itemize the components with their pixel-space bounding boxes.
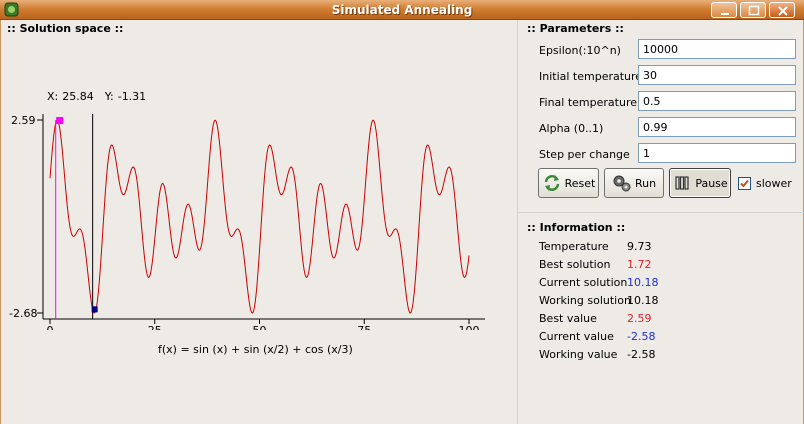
current-solution-marker bbox=[91, 306, 98, 313]
initial-temperature-input[interactable] bbox=[638, 65, 796, 85]
alpha-input[interactable] bbox=[638, 117, 796, 137]
best-value-value: 2.59 bbox=[627, 312, 652, 325]
temperature-label: Temperature bbox=[539, 240, 609, 253]
x-tick-label: 75 bbox=[357, 324, 371, 330]
working-solution-label: Working solution bbox=[539, 294, 631, 307]
pause-icon bbox=[675, 176, 689, 190]
y-tick-bottom: -2.68 bbox=[9, 307, 37, 320]
close-icon bbox=[778, 6, 788, 16]
panel-divider bbox=[519, 212, 804, 213]
reset-button[interactable]: Reset bbox=[538, 168, 599, 198]
slower-label: slower bbox=[756, 177, 792, 190]
reset-label: Reset bbox=[564, 176, 596, 190]
current-solution-label: Current solution bbox=[539, 276, 628, 289]
final-temperature-label: Final temperature bbox=[539, 96, 637, 109]
title-bar: Simulated Annealing bbox=[0, 0, 804, 20]
function-label: f(x) = sin (x) + sin (x/2) + cos (x/3) bbox=[158, 343, 353, 356]
initial-temperature-label: Initial temperature bbox=[539, 70, 643, 83]
epsilon-label: Epsilon(:10^n) bbox=[539, 44, 621, 57]
x-tick-label: 0 bbox=[47, 324, 54, 330]
pause-label: Pause bbox=[695, 176, 728, 190]
gears-icon bbox=[613, 175, 631, 192]
best-solution-label: Best solution bbox=[539, 258, 611, 271]
x-tick-labels: 0 25 50 75 100 bbox=[47, 319, 480, 330]
refresh-icon bbox=[544, 175, 559, 191]
minimize-icon bbox=[721, 13, 729, 15]
working-value-label: Working value bbox=[539, 348, 618, 361]
information-title: :: Information :: bbox=[527, 221, 626, 234]
right-panel: :: Parameters :: Epsilon(:10^n) Initial … bbox=[519, 20, 804, 424]
client-area: :: Solution space :: X: 25.84 Y: -1.31 2.5… bbox=[0, 20, 804, 424]
pause-button[interactable]: Pause bbox=[669, 168, 731, 198]
solution-space-panel: :: Solution space :: X: 25.84 Y: -1.31 2.5… bbox=[1, 20, 518, 424]
best-solution-value: 1.72 bbox=[627, 258, 652, 271]
slower-checkbox[interactable] bbox=[738, 177, 751, 190]
alpha-label: Alpha (0..1) bbox=[539, 122, 604, 135]
maximize-icon bbox=[748, 5, 760, 16]
run-label: Run bbox=[634, 176, 657, 190]
solution-space-chart[interactable]: 2.59 -2.68 0 25 50 75 100 bbox=[1, 100, 501, 330]
current-value-value: -2.58 bbox=[627, 330, 656, 343]
x-tick-label: 50 bbox=[253, 324, 267, 330]
window-title: Simulated Annealing bbox=[331, 3, 473, 17]
close-button[interactable] bbox=[769, 2, 795, 18]
epsilon-input[interactable] bbox=[638, 39, 796, 59]
step-per-change-label: Step per change bbox=[539, 148, 630, 161]
x-tick-label: 100 bbox=[459, 324, 480, 330]
parameters-title: :: Parameters :: bbox=[527, 22, 624, 35]
working-value-value: -2.58 bbox=[627, 348, 656, 361]
function-curve bbox=[49, 119, 470, 314]
maximize-button[interactable] bbox=[740, 2, 766, 18]
best-solution-marker bbox=[56, 117, 64, 124]
solution-space-title: :: Solution space :: bbox=[7, 22, 124, 35]
checkmark-icon bbox=[740, 179, 749, 188]
working-solution-value: 10.18 bbox=[627, 294, 659, 307]
y-tick-top: 2.59 bbox=[11, 114, 36, 127]
minimize-button[interactable] bbox=[711, 2, 737, 18]
current-value-label: Current value bbox=[539, 330, 614, 343]
run-button[interactable]: Run bbox=[604, 168, 664, 198]
temperature-value: 9.73 bbox=[627, 240, 652, 253]
final-temperature-input[interactable] bbox=[638, 91, 796, 111]
best-value-label: Best value bbox=[539, 312, 597, 325]
current-solution-value: 10.18 bbox=[627, 276, 659, 289]
step-per-change-input[interactable] bbox=[638, 143, 796, 163]
x-tick-label: 25 bbox=[148, 324, 162, 330]
